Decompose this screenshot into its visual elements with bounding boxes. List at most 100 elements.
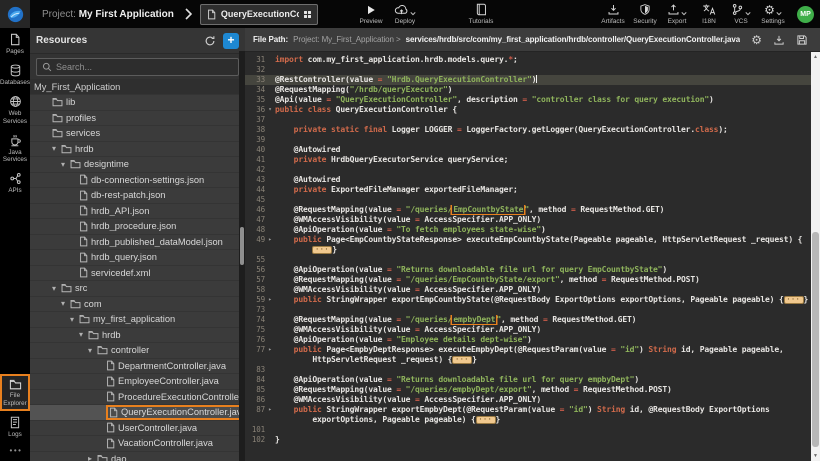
- tree-item-label: dao: [111, 454, 127, 461]
- sidebar-item-apis[interactable]: APIs: [0, 167, 30, 198]
- caret-down-icon[interactable]: ▾: [61, 299, 70, 308]
- tab-query-execution-controller[interactable]: QueryExecutionCon...: [200, 4, 318, 25]
- fold-closed-icon[interactable]: ▸: [265, 295, 275, 305]
- preview-button[interactable]: Preview: [355, 4, 387, 25]
- code-text: @RequestMapping(value = "/queries/empbyD…: [275, 385, 811, 395]
- code-line: 44 private ExportedFileManager exportedF…: [245, 185, 811, 195]
- caret-down-icon[interactable]: ▾: [52, 284, 61, 293]
- tree-item[interactable]: profiles: [30, 111, 239, 127]
- tree-item[interactable]: ▾ my_first_application: [30, 312, 239, 328]
- tutorials-button[interactable]: Tutorials: [465, 3, 497, 25]
- sidebar-item-label: Databases: [0, 79, 30, 86]
- topbar: Project: My First Application QueryExecu…: [0, 0, 820, 28]
- tree-item-content: services: [52, 128, 100, 138]
- fold-widget[interactable]: ···: [784, 296, 804, 304]
- editor-settings-gear-icon[interactable]: ⚙: [751, 34, 762, 46]
- editor-scrollbar-thumb[interactable]: [812, 232, 819, 447]
- scroll-down-icon[interactable]: ▼: [811, 453, 820, 459]
- tree-item[interactable]: hrdb_API.json: [30, 204, 239, 220]
- fold-widget[interactable]: ···: [312, 246, 332, 254]
- tree-item[interactable]: services: [30, 126, 239, 142]
- tree-item[interactable]: QueryExecutionController.java: [30, 405, 239, 421]
- tree-item[interactable]: ▾ hrdb: [30, 328, 239, 344]
- settings-button[interactable]: ⚙ Settings: [757, 3, 789, 25]
- export-button[interactable]: Export: [661, 3, 693, 25]
- wavemaker-logo[interactable]: [0, 0, 30, 28]
- caret-down-icon[interactable]: ▾: [70, 315, 79, 324]
- sidebar-item-pages[interactable]: Pages: [0, 28, 30, 59]
- add-resource-button[interactable]: +: [223, 33, 239, 49]
- folder-icon: [52, 128, 63, 138]
- line-number: 32: [245, 65, 265, 75]
- folder-icon: [97, 454, 108, 461]
- caret-down-icon[interactable]: ▾: [52, 144, 61, 153]
- grid-icon[interactable]: [304, 11, 311, 18]
- tree-item[interactable]: db-rest-patch.json: [30, 188, 239, 204]
- deploy-button[interactable]: Deploy: [389, 3, 421, 25]
- sidebar-item-web-services[interactable]: Web Services: [0, 90, 30, 128]
- project-name[interactable]: My First Application: [79, 9, 174, 20]
- code-line: 48 @ApiOperation(value = "To fetch emplo…: [245, 225, 811, 235]
- security-button[interactable]: Security: [629, 3, 661, 25]
- sidebar-more-button[interactable]: •••: [8, 442, 23, 461]
- tree-item[interactable]: ▸ dao: [30, 452, 239, 461]
- caret-right-icon[interactable]: ▸: [88, 454, 97, 461]
- i18n-button[interactable]: I18N: [693, 3, 725, 25]
- line-number: 59: [245, 295, 265, 305]
- tree-item[interactable]: ▾ hrdb: [30, 142, 239, 158]
- download-file-icon[interactable]: [773, 34, 785, 46]
- tree-scrollbar-thumb[interactable]: [240, 227, 244, 265]
- code-editor[interactable]: 31import com.my_first_application.hrdb.m…: [245, 52, 811, 461]
- tree-item[interactable]: ▾ src: [30, 281, 239, 297]
- tree-item[interactable]: ▾ designtime: [30, 157, 239, 173]
- sidebar-item-file-explorer[interactable]: File Explorer: [0, 374, 30, 410]
- tree-item[interactable]: VacationController.java: [30, 436, 239, 452]
- caret-down-icon[interactable]: ▾: [61, 160, 70, 169]
- artifacts-button[interactable]: Artifacts: [597, 3, 629, 25]
- fold-widget[interactable]: ···: [452, 356, 472, 364]
- tree-item[interactable]: db-connection-settings.json: [30, 173, 239, 189]
- tree-root[interactable]: My_First_Application: [30, 79, 239, 95]
- fold-open-icon[interactable]: ▾: [265, 105, 275, 115]
- file-icon: [106, 391, 115, 402]
- tree-item[interactable]: ▾ controller: [30, 343, 239, 359]
- tree-item[interactable]: ProcedureExecutionController.java: [30, 390, 239, 406]
- tree-item[interactable]: EmployeeController.java: [30, 374, 239, 390]
- search-input[interactable]: Search...: [36, 58, 239, 76]
- tree-item[interactable]: DepartmentController.java: [30, 359, 239, 375]
- sidebar-item-databases[interactable]: Databases: [0, 59, 30, 90]
- tree-item[interactable]: lib: [30, 95, 239, 111]
- tree-item[interactable]: hrdb_procedure.json: [30, 219, 239, 235]
- tree-item[interactable]: UserController.java: [30, 421, 239, 437]
- caret-down-icon[interactable]: ▾: [79, 330, 88, 339]
- code-text: public StringWrapper exportEmpCountbySta…: [275, 295, 811, 305]
- sidebar-item-logs[interactable]: Logs: [0, 411, 30, 442]
- resources-panel: Resources + Search... My_First_Applicati…: [30, 28, 245, 461]
- save-icon[interactable]: [796, 34, 808, 46]
- tree-item[interactable]: hrdb_query.json: [30, 250, 239, 266]
- sidebar-item-java-services[interactable]: Java Services: [0, 129, 30, 167]
- tree-item[interactable]: servicedef.xml: [30, 266, 239, 282]
- refresh-icon[interactable]: [204, 35, 216, 47]
- code-line: 46 @RequestMapping(value = "/queries/Emp…: [245, 205, 811, 215]
- user-avatar[interactable]: MP: [797, 6, 814, 23]
- file-icon: [109, 407, 118, 418]
- action-label: Artifacts: [601, 18, 624, 25]
- fold-closed-icon[interactable]: ▸: [265, 405, 275, 415]
- book-icon: [475, 3, 487, 16]
- fold-gutter: [265, 85, 275, 95]
- chevron-right-icon[interactable]: [184, 8, 192, 20]
- code-text: @Api(value = "QueryExecutionController",…: [275, 95, 811, 105]
- fold-closed-icon[interactable]: ▸: [265, 345, 275, 355]
- tree-item[interactable]: ▾ com: [30, 297, 239, 313]
- caret-down-icon[interactable]: ▾: [88, 346, 97, 355]
- vcs-button[interactable]: VCS: [725, 3, 757, 25]
- fold-widget[interactable]: ···: [476, 416, 496, 424]
- fold-gutter: [265, 55, 275, 65]
- fold-gutter: [265, 155, 275, 165]
- fold-closed-icon[interactable]: ▸: [265, 235, 275, 245]
- tree-item[interactable]: hrdb_published_dataModel.json: [30, 235, 239, 251]
- token: @WMAccessVisibility(value: [275, 395, 415, 404]
- scroll-up-icon[interactable]: ▲: [811, 54, 820, 60]
- token: @RequestMapping(value: [275, 205, 396, 214]
